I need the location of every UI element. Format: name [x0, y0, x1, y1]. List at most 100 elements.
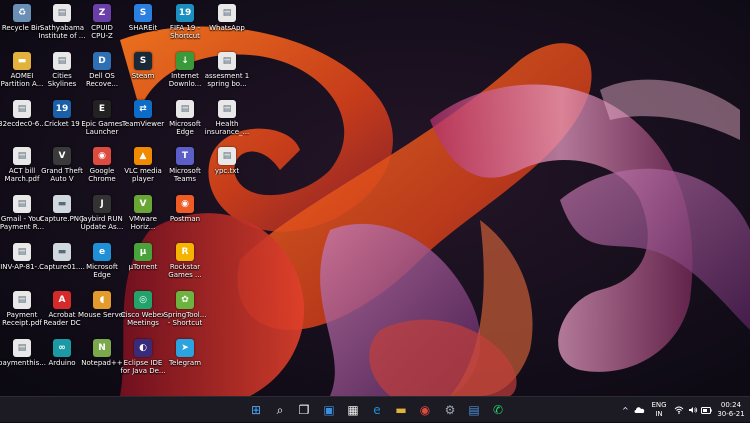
- desktop-shortcut[interactable]: S SHAREit: [121, 4, 165, 32]
- start-icon: ⊞: [250, 403, 262, 417]
- taskbar-search-button[interactable]: ⌕: [272, 402, 288, 418]
- taskbar-start-button[interactable]: ⊞: [248, 402, 264, 418]
- clock-time: 00:24: [720, 401, 742, 409]
- desktop-shortcut-label: Rockstar Games ...: [168, 263, 202, 279]
- steam-icon: S: [134, 52, 152, 70]
- desktop-shortcut[interactable]: ◉ Postman: [163, 195, 207, 223]
- internet-download-manager-icon: ↓: [176, 52, 194, 70]
- input-language-indicator[interactable]: ENG IN: [650, 397, 668, 423]
- gta-v-icon: V: [53, 147, 71, 165]
- desktop-shortcut-label: ypc.txt: [214, 167, 240, 175]
- eclipse-icon: ◐: [134, 339, 152, 357]
- desktop-shortcut-label: Health insurance_...: [204, 120, 250, 136]
- file-icon: ▤: [176, 100, 194, 118]
- file-icon: ▤: [53, 4, 71, 22]
- taskbar-chrome-button[interactable]: ◉: [417, 402, 433, 418]
- desktop-shortcut[interactable]: Z CPUID CPU-Z: [80, 4, 124, 40]
- desktop-shortcut[interactable]: ✿ SpringTool... - Shortcut: [163, 291, 207, 327]
- desktop-shortcut[interactable]: T Microsoft Teams: [163, 147, 207, 183]
- wifi-icon[interactable]: [674, 397, 684, 423]
- cpu-z-icon: Z: [93, 4, 111, 22]
- desktop-shortcut[interactable]: S Steam: [121, 52, 165, 80]
- taskbar-settings-button[interactable]: ⚙: [442, 402, 458, 418]
- utorrent-icon: µ: [134, 243, 152, 261]
- dell-recovery-icon: D: [93, 52, 111, 70]
- desktop-shortcut-label: assesment 1 spring bo...: [204, 72, 250, 88]
- desktop-shortcut[interactable]: N Notepad++: [80, 339, 124, 367]
- desktop-shortcut[interactable]: ▤ ypc.txt: [205, 147, 249, 175]
- postman-icon: ◉: [176, 195, 194, 213]
- desktop-shortcut[interactable]: D Dell OS Recove...: [80, 52, 124, 88]
- taskbar-file-explorer-button[interactable]: ▬: [393, 402, 409, 418]
- language-code: ENG: [651, 401, 667, 409]
- desktop-shortcut-label: Steam: [131, 72, 155, 80]
- desktop-shortcut[interactable]: e Microsoft Edge: [80, 243, 124, 279]
- taskbar-task-view-button[interactable]: ❐: [296, 402, 312, 418]
- taskbar-notepad-button[interactable]: ▤: [466, 402, 482, 418]
- taskbar-microsoft-store-button[interactable]: ▦: [345, 402, 361, 418]
- desktop-shortcut-label: VLC media player: [124, 167, 162, 183]
- chrome-icon: ◉: [93, 147, 111, 165]
- image-file-icon: ▬: [53, 243, 71, 261]
- teamviewer-icon: ⇄: [134, 100, 152, 118]
- taskbar-edge-button[interactable]: e: [369, 402, 385, 418]
- desktop-shortcut-label: Telegram: [168, 359, 202, 367]
- webex-icon: ◎: [134, 291, 152, 309]
- settings-icon: ⚙: [444, 403, 456, 417]
- desktop-shortcut[interactable]: ◖ Mouse Server: [78, 291, 126, 319]
- widgets-icon: ▣: [323, 403, 335, 417]
- rockstar-games-icon: R: [176, 243, 194, 261]
- image-file-icon: ▬: [53, 195, 71, 213]
- desktop-shortcut[interactable]: ▤ Gmail - Your Payment R...: [0, 195, 44, 231]
- taskbar-whatsapp-button[interactable]: ✆: [490, 402, 506, 418]
- file-icon: ▤: [13, 195, 31, 213]
- desktop-shortcut-label: Postman: [169, 215, 201, 223]
- desktop-shortcut[interactable]: ▤ assesment 1 spring bo...: [205, 52, 249, 88]
- desktop-shortcut[interactable]: J Jaybird RUN Update As...: [80, 195, 124, 231]
- file-icon: ▤: [13, 243, 31, 261]
- file-icon: ▤: [218, 4, 236, 22]
- file-icon: ▤: [218, 52, 236, 70]
- taskbar-widgets-button[interactable]: ▣: [321, 402, 337, 418]
- desktop-shortcut[interactable]: ▤ Health insurance_...: [205, 100, 249, 136]
- desktop-shortcut[interactable]: µ µTorrent: [121, 243, 165, 271]
- region-code: IN: [655, 410, 663, 418]
- desktop-shortcut[interactable]: 19 FIFA 19 - Shortcut: [163, 4, 207, 40]
- vmware-icon: V: [134, 195, 152, 213]
- desktop-shortcut[interactable]: E Epic Games Launcher: [80, 100, 124, 136]
- whatsapp-icon: ✆: [492, 403, 504, 417]
- folder-icon: ▬: [13, 52, 31, 70]
- file-icon: ▤: [53, 52, 71, 70]
- desktop-shortcut[interactable]: ➤ Telegram: [163, 339, 207, 367]
- battery-icon[interactable]: [701, 397, 712, 423]
- search-icon: ⌕: [276, 402, 284, 417]
- desktop-shortcut[interactable]: A Acrobat Reader DC: [40, 291, 84, 327]
- onedrive-icon[interactable]: [634, 397, 645, 423]
- desktop-shortcut[interactable]: ◐ Eclipse IDE for Java De...: [120, 339, 166, 375]
- desktop-shortcut[interactable]: ◎ Cisco Webex Meetings: [121, 291, 165, 327]
- desktop-shortcut[interactable]: ↓ Internet Downlo...: [163, 52, 207, 88]
- desktop-shortcut[interactable]: ◉ Google Chrome: [80, 147, 124, 183]
- desktop-shortcut-label: Eclipse IDE for Java De...: [120, 359, 166, 375]
- desktop-shortcut[interactable]: ▤ Microsoft Edge: [163, 100, 207, 136]
- desktop-shortcut[interactable]: V VMware Horiz...: [121, 195, 165, 231]
- desktop-shortcut[interactable]: ⇄ TeamViewer: [121, 100, 165, 128]
- pdf-file-icon: ▤: [13, 147, 31, 165]
- fifa-19-icon: 19: [176, 4, 194, 22]
- recycle-bin-icon: ♻: [13, 4, 31, 22]
- desktop-shortcut[interactable]: ▤ WhatsApp: [205, 4, 249, 32]
- volume-icon[interactable]: [688, 397, 698, 423]
- desktop-shortcut-label: TeamViewer: [121, 120, 165, 128]
- file-icon: ▤: [13, 339, 31, 357]
- acrobat-icon: A: [53, 291, 71, 309]
- task-view-icon: ❐: [298, 403, 310, 417]
- desktop-shortcut[interactable]: ▲ VLC media player: [121, 147, 165, 183]
- clock[interactable]: 00:24 30-6-21: [716, 397, 746, 423]
- show-hidden-icons-button[interactable]: ^: [622, 397, 629, 423]
- desktop-shortcut-label: VMware Horiz...: [129, 215, 157, 231]
- desktop-shortcut-label: FIFA 19 - Shortcut: [169, 24, 201, 40]
- jaybird-icon: J: [93, 195, 111, 213]
- desktop-shortcut-label: SpringTool... - Shortcut: [163, 311, 207, 327]
- desktop-shortcut[interactable]: R Rockstar Games ...: [163, 243, 207, 279]
- desktop-shortcut-label: Internet Downlo...: [168, 72, 202, 88]
